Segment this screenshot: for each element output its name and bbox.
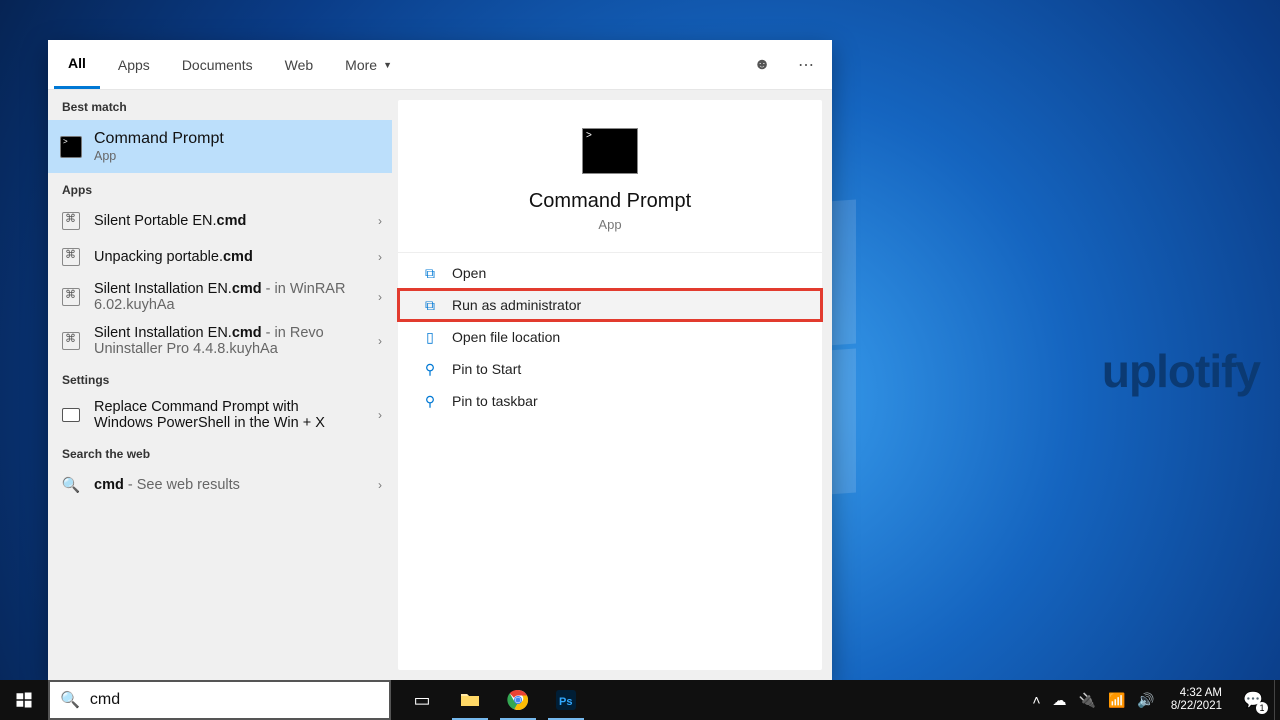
cmd-prompt-icon [60,136,82,158]
tray-volume-icon[interactable]: 🔊 [1131,692,1160,709]
settings-result[interactable]: Replace Command Prompt with Windows Powe… [48,393,392,437]
app-result-title: Silent Installation EN.cmd - in WinRAR 6… [94,281,356,313]
chrome-icon [506,688,530,712]
section-search-web: Search the web [48,437,392,467]
folder-icon: ▯ [422,329,438,346]
chevron-right-icon: › [378,214,382,228]
search-input[interactable] [90,691,379,709]
options-icon[interactable]: ⋯ [786,55,826,75]
watermark-text: uplotify [1102,344,1260,398]
tray-power-icon[interactable]: 🔌 [1073,692,1102,709]
tray-onedrive-icon[interactable]: ☁ [1047,692,1073,709]
task-view-button[interactable]: ▭ [398,680,446,720]
search-icon: 🔍 [60,690,80,710]
chevron-right-icon: › [378,408,382,422]
app-result[interactable]: Silent Installation EN.cmd - in Revo Uni… [48,319,392,363]
filter-more-label: More [345,57,377,73]
preview-type: App [598,217,621,232]
action-label: Open [452,265,486,281]
search-results-panel: All Apps Documents Web More ▼ ☻ ⋯ Best m… [48,40,832,680]
chevron-right-icon: › [378,478,382,492]
action-open-file-location[interactable]: ▯ Open file location [398,321,822,353]
best-match-title: Command Prompt [94,130,356,148]
best-match-item[interactable]: Command Prompt App [48,120,392,173]
preview-title: Command Prompt [529,190,691,213]
script-file-icon [60,210,82,232]
action-pin-to-taskbar[interactable]: ⚲ Pin to taskbar [398,385,822,417]
action-open[interactable]: ⧉ Open [398,257,822,289]
folder-icon [458,688,482,712]
action-pin-to-start[interactable]: ⚲ Pin to Start [398,353,822,385]
tray-expand-icon[interactable]: ˄ [1026,692,1046,708]
task-view-icon: ▭ [413,690,430,711]
app-result-title: Silent Portable EN.cmd [94,213,356,229]
script-file-icon [60,246,82,268]
chevron-right-icon: › [378,334,382,348]
taskbar-app-file-explorer[interactable] [446,680,494,720]
script-file-icon [60,330,82,352]
web-result[interactable]: 🔍 cmd - See web results › [48,467,392,503]
filter-tab-web[interactable]: Web [271,40,328,89]
start-button[interactable] [0,680,48,720]
system-tray: ˄ ☁ 🔌 📶 🔊 4:32 AM 8/22/2021 💬 1 [1026,680,1280,720]
chevron-right-icon: › [378,290,382,304]
photoshop-icon: Ps [554,688,578,712]
taskbar-app-chrome[interactable] [494,680,542,720]
taskbar-app-photoshop[interactable]: Ps [542,680,590,720]
action-center-button[interactable]: 💬 1 [1232,680,1274,720]
filter-tab-documents[interactable]: Documents [168,40,267,89]
chevron-right-icon: › [378,250,382,264]
filter-tab-all[interactable]: All [54,40,100,89]
open-icon: ⧉ [422,265,438,282]
taskbar-search-box[interactable]: 🔍 [48,680,391,720]
section-best-match: Best match [48,90,392,120]
best-match-subtitle: App [94,149,356,163]
show-desktop-button[interactable] [1274,680,1280,720]
clock-date: 8/22/2021 [1171,700,1222,713]
action-label: Run as administrator [452,297,581,313]
notification-badge: 1 [1256,702,1268,714]
preview-actions: ⧉ Open ⧉ Run as administrator ▯ Open fil… [398,253,822,421]
pin-icon: ⚲ [422,393,438,410]
settings-result-title: Replace Command Prompt with Windows Powe… [94,399,356,431]
chevron-down-icon: ▼ [383,60,392,70]
app-result-title: Silent Installation EN.cmd - in Revo Uni… [94,325,356,357]
script-file-icon [60,286,82,308]
app-result-title: Unpacking portable.cmd [94,249,356,265]
cmd-prompt-icon [582,128,638,174]
pin-icon: ⚲ [422,361,438,378]
svg-text:Ps: Ps [559,696,572,708]
action-label: Open file location [452,329,560,345]
section-apps: Apps [48,173,392,203]
web-result-title: cmd - See web results [94,477,356,493]
search-filter-bar: All Apps Documents Web More ▼ ☻ ⋯ [48,40,832,90]
action-label: Pin to Start [452,361,521,377]
admin-shield-icon: ⧉ [422,297,438,314]
app-result[interactable]: Silent Installation EN.cmd - in WinRAR 6… [48,275,392,319]
search-results-list: Best match Command Prompt App Apps Silen… [48,90,392,680]
taskbar-clock[interactable]: 4:32 AM 8/22/2021 [1161,687,1232,713]
tray-wifi-icon[interactable]: 📶 [1102,692,1131,709]
filter-tab-apps[interactable]: Apps [104,40,164,89]
action-run-as-administrator[interactable]: ⧉ Run as administrator [398,289,822,321]
feedback-icon[interactable]: ☻ [742,56,782,74]
app-result[interactable]: Silent Portable EN.cmd › [48,203,392,239]
action-label: Pin to taskbar [452,393,538,409]
filter-tab-more[interactable]: More ▼ [331,40,406,89]
windows-logo-icon [15,691,33,709]
app-result[interactable]: Unpacking portable.cmd › [48,239,392,275]
clock-time: 4:32 AM [1171,687,1222,700]
settings-icon [60,404,82,426]
search-icon: 🔍 [60,474,82,496]
section-settings: Settings [48,363,392,393]
result-preview-pane: Command Prompt App ⧉ Open ⧉ Run as admin… [398,100,822,670]
